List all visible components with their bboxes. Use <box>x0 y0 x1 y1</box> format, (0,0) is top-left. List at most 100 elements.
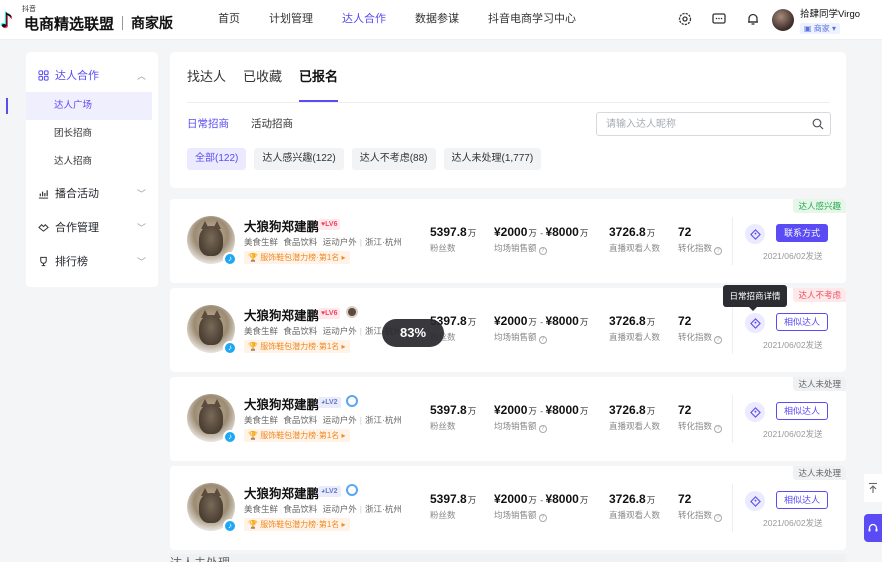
send-date: 2021/06/02发送 <box>763 429 823 439</box>
sidebar-group-influencer-coop[interactable]: 达人合作 ︿ <box>26 58 158 92</box>
chip-unprocessed[interactable]: 达人未处理(1,777) <box>443 148 542 170</box>
question-icon[interactable]: ? <box>714 514 723 522</box>
tag: 美食生鲜 <box>244 415 279 425</box>
user-menu[interactable]: 拾肆同学Virgo ▣ 商家 ▾ <box>772 6 860 34</box>
tab-favorites[interactable]: 已收藏 <box>243 52 282 102</box>
influencer-avatar[interactable]: ♪ <box>187 394 237 444</box>
tag: 运动户外 <box>322 504 357 514</box>
handshake-icon <box>38 221 50 233</box>
question-icon[interactable]: ? <box>538 425 547 433</box>
influencer-name[interactable]: 大狼狗郑建鹏 <box>244 483 319 502</box>
viewers-label: 直播观看人数 <box>609 510 661 520</box>
influencer-name[interactable]: 大狼狗郑建鹏 <box>244 305 319 324</box>
question-icon[interactable]: ? <box>714 425 723 433</box>
gear-icon[interactable] <box>676 10 694 28</box>
sidebar-group-label: 排行榜 <box>55 256 88 268</box>
logo[interactable]: ♪ ♪ ♪ 抖音 电商精选联盟 商家版 <box>0 4 173 36</box>
sidebar-group-rankings[interactable]: 排行榜 ﹀ <box>26 244 158 278</box>
fans-label: 粉丝数 <box>430 510 456 520</box>
nav-item-influencers[interactable]: 达人合作 <box>342 0 386 40</box>
sidebar-item-plaza[interactable]: 达人广场 <box>6 92 152 120</box>
similar-influencers-button[interactable]: 相似达人 <box>776 402 828 420</box>
send-date: 2021/06/02发送 <box>763 340 823 350</box>
metric-viewers: 3726.8万 直播观看人数 <box>609 225 661 253</box>
status-badge: 达人未处理 <box>793 377 846 391</box>
sidebar-item-team-recruit[interactable]: 团长招商 <box>26 120 158 148</box>
message-icon[interactable] <box>710 10 728 28</box>
sales-min: ¥2000 <box>494 314 528 328</box>
location: 浙江·杭州 <box>365 237 402 247</box>
card-peek: 达人未处理 <box>170 554 846 562</box>
chip-all[interactable]: 全部(122) <box>187 148 247 170</box>
nav-item-home[interactable]: 首页 <box>218 0 240 40</box>
influencer-avatar[interactable]: ♪ <box>187 305 237 355</box>
sidebar-item-influencer-recruit[interactable]: 达人招商 <box>26 148 158 176</box>
question-icon[interactable]: ? <box>538 247 547 255</box>
rank-badge[interactable]: 🏆 服饰鞋包潜力榜·第1名 ▸ <box>244 251 350 264</box>
divider <box>732 306 733 354</box>
rank-label: 服饰鞋包潜力榜·第1名 <box>260 342 340 351</box>
level-badge: ♥LV6 <box>318 219 341 230</box>
progress-indicator: 83% <box>382 319 444 347</box>
sidebar-group-coop-mgmt[interactable]: 合作管理 ﹀ <box>26 210 158 244</box>
metric-fans: 5397.8万 粉丝数 <box>430 403 476 432</box>
sales-min: ¥2000 <box>494 225 528 239</box>
customer-service-button[interactable] <box>864 514 882 542</box>
fans-unit: 万 <box>467 228 477 238</box>
rank-badge[interactable]: 🏆 服饰鞋包潜力榜·第1名 ▸ <box>244 518 350 531</box>
back-to-top-button[interactable] <box>864 474 882 502</box>
similar-influencers-button[interactable]: 相似达人 <box>776 491 828 509</box>
question-icon[interactable]: ? <box>714 336 723 344</box>
influencer-avatar[interactable]: ♪ <box>187 483 237 533</box>
recruit-detail-button[interactable] <box>745 491 765 511</box>
influencer-card[interactable]: ♪ 大狼狗郑建鹏 ♥LV6 美食生鲜 食品饮料 运动户外|浙江·杭州 🏆 服饰鞋… <box>170 199 846 283</box>
contact-info-button[interactable]: 联系方式 <box>776 224 828 242</box>
tag-icon <box>749 317 761 329</box>
chip-not-considered[interactable]: 达人不考虑(88) <box>351 148 436 170</box>
verified-badge-icon <box>346 395 358 407</box>
subtab-activity-recruit[interactable]: 活动招商 <box>251 116 293 132</box>
status-filter-chips: 全部(122) 达人感兴趣(122) 达人不考虑(88) 达人未处理(1,777… <box>187 148 549 170</box>
douyin-platform-icon: ♪ <box>223 252 237 266</box>
douyin-platform-icon: ♪ <box>223 341 237 355</box>
subtab-daily-recruit[interactable]: 日常招商 <box>187 116 229 132</box>
rank-badge[interactable]: 🏆 服饰鞋包潜力榜·第1名 ▸ <box>244 340 350 353</box>
chevron-down-icon: ﹀ <box>136 257 146 267</box>
viewers-value: 3726.8 <box>609 314 646 328</box>
sidebar-group-activities[interactable]: 播合活动 ﹀ <box>26 176 158 210</box>
recruit-detail-button[interactable] <box>745 224 765 244</box>
question-icon[interactable]: ? <box>538 514 547 522</box>
nav-item-data[interactable]: 数据参谋 <box>415 0 459 40</box>
tab-registered[interactable]: 已报名 <box>299 52 339 102</box>
influencer-card[interactable]: ♪ 大狼狗郑建鹏 ◕LV2 美食生鲜 食品饮料 运动户外 | 浙江·杭州 🏆 服饰鞋… <box>170 377 846 461</box>
question-icon[interactable]: ? <box>714 247 723 255</box>
tag: 食品饮料 <box>283 326 318 336</box>
rank-badge[interactable]: 🏆 服饰鞋包潜力榜·第1名 ▸ <box>244 429 350 442</box>
tag-icon <box>749 228 761 240</box>
sidebar-group-label: 达人合作 <box>55 70 99 82</box>
influencer-name[interactable]: 大狼狗郑建鹏 <box>244 394 319 413</box>
question-icon[interactable]: ? <box>538 336 547 344</box>
search-input[interactable] <box>597 113 797 135</box>
nav-item-learning[interactable]: 抖音电商学习中心 <box>488 0 576 40</box>
level-label: LV6 <box>325 221 338 228</box>
recruit-detail-button[interactable] <box>745 313 765 333</box>
viewers-value: 3726.8 <box>609 403 646 417</box>
brand-name: 电商精选联盟 <box>24 15 115 33</box>
influencer-card[interactable]: ♪ 大狼狗郑建鹏 ◕LV2 美食生鲜 食品饮料 运动户外 | 浙江·杭州 🏆 服饰鞋… <box>170 466 846 550</box>
viewers-label: 直播观看人数 <box>609 421 661 431</box>
tag: 食品饮料 <box>283 415 318 425</box>
influencer-avatar[interactable]: ♪ <box>187 216 237 266</box>
chip-interested[interactable]: 达人感兴趣(122) <box>254 148 344 170</box>
nav-item-plans[interactable]: 计划管理 <box>269 0 313 40</box>
bell-icon[interactable] <box>744 10 762 28</box>
sales-label: 均场销售额 <box>494 510 537 520</box>
metric-conversion: 72 转化指数? <box>678 492 723 522</box>
tab-find-influencers[interactable]: 找达人 <box>187 52 226 102</box>
search-icon[interactable] <box>812 118 824 130</box>
influencer-name[interactable]: 大狼狗郑建鹏 <box>244 216 319 235</box>
similar-influencers-button[interactable]: 相似达人 <box>776 313 828 331</box>
recruit-detail-button[interactable] <box>745 402 765 422</box>
sales-max: ¥8000 <box>545 492 579 506</box>
status-badge: 达人未处理 <box>793 466 846 480</box>
